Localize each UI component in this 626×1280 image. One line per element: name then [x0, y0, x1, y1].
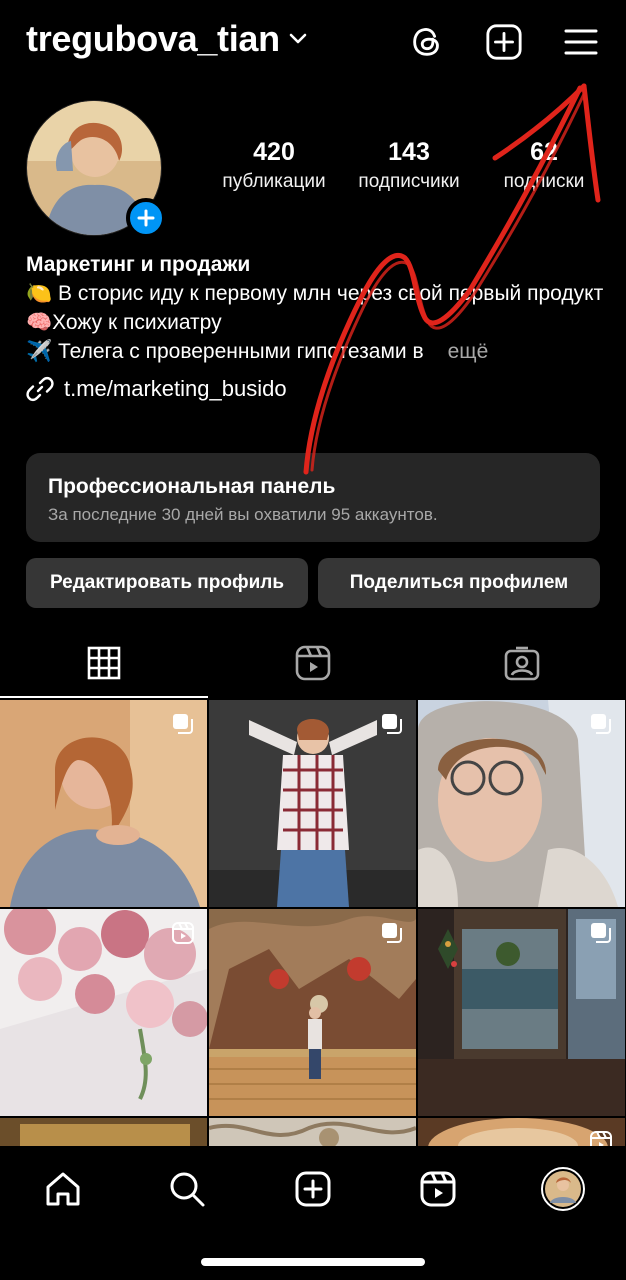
bio-name: Маркетинг и продажи: [26, 253, 251, 276]
tagged-icon: [504, 646, 540, 681]
profile-avatar[interactable]: [26, 100, 166, 240]
post-thumbnail[interactable]: [0, 909, 207, 1116]
stat-value: 143: [388, 138, 430, 166]
account-switcher[interactable]: tregubova_tian: [26, 18, 308, 60]
bio-line: 🍋 В сторис иду к первому млн через свой …: [26, 282, 604, 305]
carousel-icon: [382, 923, 402, 943]
threads-icon[interactable]: [405, 20, 449, 64]
post-thumbnail[interactable]: [418, 909, 625, 1116]
stat-label: подписки: [503, 171, 585, 192]
profile-avatar: [541, 1167, 585, 1211]
profile-stats: 420 публикации 143 подписчики 62 подписк…: [214, 138, 604, 193]
stat-value: 420: [253, 138, 295, 166]
tab-reels[interactable]: [209, 628, 417, 698]
link-icon: [26, 376, 54, 401]
nav-profile[interactable]: [533, 1164, 593, 1214]
share-profile-button[interactable]: Поделиться профилем: [318, 558, 600, 608]
reels-icon: [295, 645, 331, 681]
post-thumbnail[interactable]: [418, 700, 625, 907]
carousel-icon: [382, 714, 402, 734]
bio-more-link[interactable]: ещё: [448, 340, 489, 363]
carousel-icon: [591, 714, 611, 734]
post-thumbnail[interactable]: [209, 909, 416, 1116]
carousel-icon: [173, 714, 193, 734]
tab-grid[interactable]: [0, 628, 208, 698]
home-icon: [46, 1172, 80, 1206]
add-story-plus-icon: [137, 209, 155, 227]
posts-grid: [0, 700, 626, 1146]
profile-header: tregubova_tian: [0, 0, 626, 90]
profile-bio: Маркетинг и продажи 🍋 В сторис иду к пер…: [26, 250, 606, 403]
post-thumbnail[interactable]: [0, 1118, 207, 1146]
bottom-navigation: [0, 1146, 626, 1280]
nav-home[interactable]: [33, 1164, 93, 1214]
nav-search[interactable]: [157, 1164, 217, 1214]
home-indicator: [201, 1258, 425, 1266]
stat-posts[interactable]: 420 публикации: [214, 138, 334, 193]
edit-profile-button[interactable]: Редактировать профиль: [26, 558, 308, 608]
search-icon: [170, 1172, 205, 1207]
post-thumbnail[interactable]: [209, 700, 416, 907]
tab-tagged[interactable]: [418, 628, 626, 698]
reels-icon: [420, 1171, 456, 1207]
bio-line: 🧠Хожу к психиатру: [26, 311, 222, 334]
professional-dashboard[interactable]: Профессиональная панель За последние 30 …: [26, 453, 600, 542]
post-thumbnail[interactable]: [209, 1118, 416, 1146]
stat-following[interactable]: 62 подписки: [484, 138, 604, 193]
add-story-button[interactable]: [126, 198, 166, 238]
bio-line: ✈️ Телега с проверенными гипотезами в: [26, 340, 424, 363]
create-plus-square-icon[interactable]: [482, 20, 526, 64]
grid-icon: [87, 646, 121, 680]
bio-link-text: t.me/marketing_busido: [64, 376, 287, 401]
active-tab-indicator: [0, 696, 208, 698]
hamburger-menu-icon[interactable]: [559, 20, 603, 64]
stat-value: 62: [530, 138, 558, 166]
pro-panel-title: Профессиональная панель: [48, 475, 336, 498]
pro-panel-subtitle: За последние 30 дней вы охватили 95 акка…: [48, 505, 438, 524]
post-thumbnail[interactable]: [418, 1118, 625, 1146]
stat-followers[interactable]: 143 подписчики: [349, 138, 469, 193]
carousel-icon: [591, 923, 611, 943]
nav-reels[interactable]: [408, 1164, 468, 1214]
username: tregubova_tian: [26, 18, 280, 59]
reel-icon: [172, 922, 194, 944]
stat-label: подписчики: [358, 171, 460, 192]
stat-label: публикации: [222, 171, 326, 192]
content-tabs: [0, 628, 626, 698]
create-icon: [295, 1171, 331, 1207]
reel-icon: [590, 1131, 612, 1146]
nav-create[interactable]: [283, 1164, 343, 1214]
chevron-down-icon: [289, 33, 307, 44]
bio-link[interactable]: t.me/marketing_busido: [26, 374, 606, 403]
post-thumbnail[interactable]: [0, 700, 207, 907]
